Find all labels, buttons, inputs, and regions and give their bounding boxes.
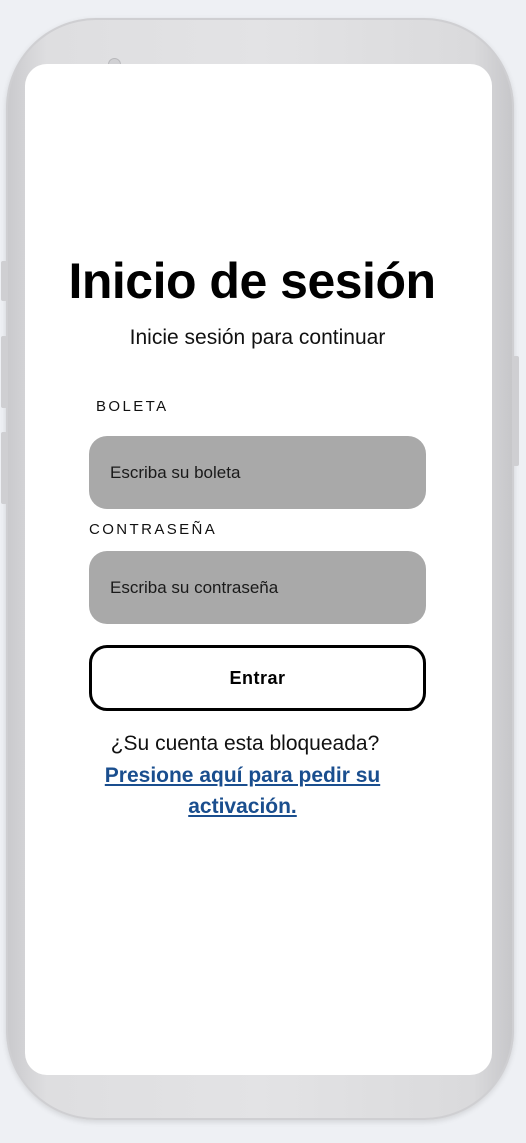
- boleta-input[interactable]: [89, 436, 426, 509]
- submit-button[interactable]: Entrar: [89, 645, 426, 711]
- activation-request-link[interactable]: Presione aquí para pedir su activación.: [90, 760, 395, 822]
- blocked-account-question: ¿Su cuenta esta bloqueada?: [110, 732, 380, 755]
- page-subtitle: Inicie sesión para continuar: [129, 326, 386, 349]
- side-button-right: [513, 356, 519, 466]
- side-button-left-3: [1, 432, 7, 504]
- page-title: Inicio de sesión: [68, 253, 436, 309]
- password-input[interactable]: [89, 551, 426, 624]
- password-label: CONTRASEÑA: [89, 521, 218, 538]
- boleta-label: BOLETA: [96, 398, 169, 415]
